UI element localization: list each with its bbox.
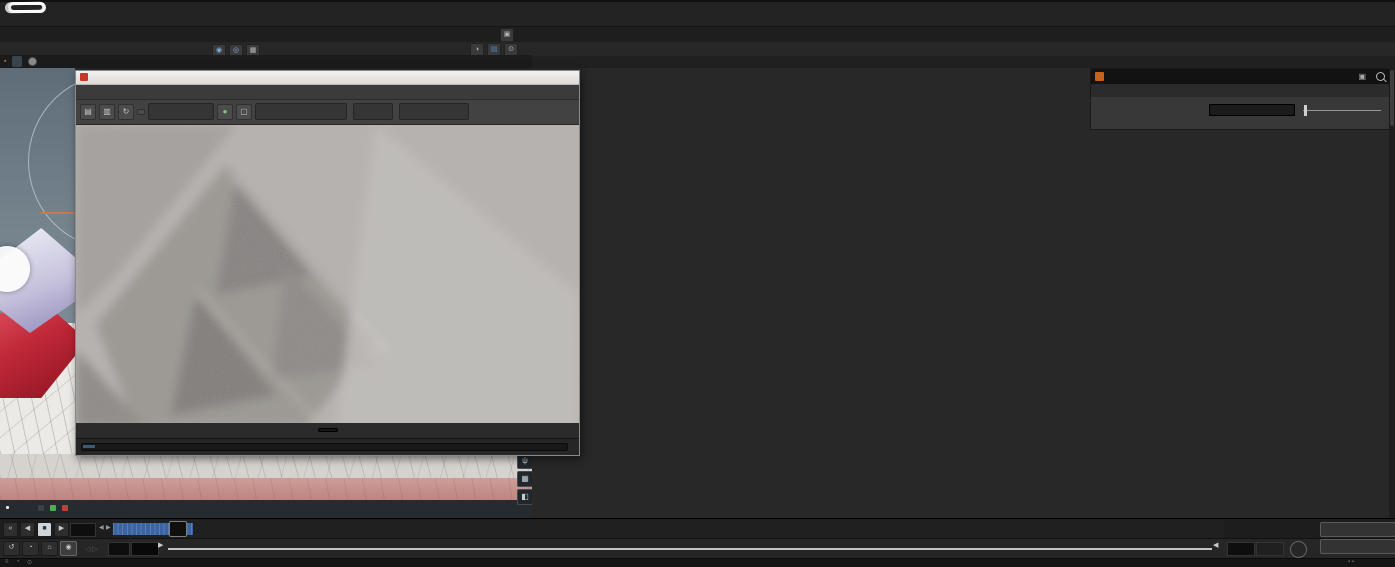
home-range-icon[interactable]: ⌂ — [41, 541, 58, 556]
frame-ruler[interactable] — [112, 520, 1224, 538]
snapshot-dot-icon[interactable]: ● — [217, 104, 233, 120]
open-file-icon[interactable]: ▤ — [80, 104, 96, 120]
rendered-image[interactable] — [76, 125, 579, 422]
realtime-icon[interactable]: ◉ — [60, 541, 77, 556]
render-art — [76, 125, 579, 422]
range-slider-track[interactable] — [168, 548, 1212, 550]
global-anim-options-icon[interactable] — [1290, 541, 1307, 558]
pane-type-icon: ▪ — [4, 58, 6, 65]
range-slider-right-arrow-icon[interactable]: ◀ — [1213, 541, 1218, 549]
playbar-row-main: « ◀ ■ ▶ » ◀ ▶ — [0, 518, 1395, 539]
ai-generated-watermark — [8, 2, 46, 13]
node-layer — [532, 68, 1389, 518]
redshift-render-view-window[interactable]: ▤ ▥ ↻ ● ▢ — [75, 70, 580, 456]
search-icon[interactable] — [1376, 72, 1385, 81]
rig-channels-button[interactable] — [1320, 539, 1395, 554]
frame-dec-icon[interactable]: ◀ — [99, 524, 104, 531]
param-dialog-tabs — [1091, 84, 1389, 97]
frame-icon[interactable]: ▣ — [1358, 72, 1366, 81]
texture-display-icon[interactable]: ▦ — [517, 471, 532, 487]
footer-dots-icon: ▪ ▪ — [1348, 559, 1354, 565]
clock-icon[interactable]: ◔ — [22, 541, 39, 556]
loop-icon[interactable]: ↺ — [3, 541, 20, 556]
param-dialog-header[interactable]: ▣ — [1091, 69, 1389, 84]
shelf-row — [0, 2, 1395, 26]
shade-display-icon[interactable]: ◧ — [517, 489, 532, 505]
redshift-app-icon — [80, 73, 88, 81]
playbar: « ◀ ■ ▶ » ◀ ▶ ↺ ◔ ⌂ ◉ ◁ ▷ — [0, 518, 1395, 567]
material-builder-icon — [1095, 72, 1104, 81]
gizmo-line — [40, 212, 75, 214]
current-frame-field[interactable] — [70, 523, 96, 537]
keys-info-button[interactable] — [1320, 522, 1395, 537]
aov-select[interactable] — [148, 103, 214, 120]
rv-statusbar — [76, 423, 579, 439]
pane-split-icons: ▣ — [500, 28, 517, 42]
target-icon[interactable]: ⊙ — [27, 559, 32, 566]
range-end-field[interactable] — [1227, 542, 1255, 556]
green-status-icon[interactable] — [50, 505, 56, 511]
param-dialog-body — [1091, 97, 1389, 129]
object-display-led-icon[interactable] — [28, 57, 37, 66]
playhead[interactable] — [169, 521, 187, 537]
houdini-app: ▣ ◉ ◎ ▦ ◑ ▤ ⊙ ▪ — [0, 0, 1395, 567]
playbar-row-range: ↺ ◔ ⌂ ◉ ◁ ▷ ▶ ◀ — [0, 538, 1395, 559]
range-end-display — [1256, 542, 1284, 556]
backdrop-strip — [0, 478, 532, 500]
slider-handle[interactable] — [1304, 105, 1307, 116]
red-status-icon[interactable] — [62, 505, 68, 511]
ipr-toggle-button[interactable] — [137, 109, 145, 115]
rv-titlebar[interactable] — [76, 71, 579, 85]
frame-inc-icon[interactable]: ▶ — [106, 524, 111, 531]
play-button[interactable]: ▶ — [54, 522, 69, 537]
rv-toolbar: ▤ ▥ ↻ ● ▢ — [76, 100, 579, 126]
step-back-button[interactable]: ◀ — [20, 522, 35, 537]
range-slider-left-arrow-icon[interactable]: ▶ — [158, 541, 163, 549]
network-editor[interactable] — [532, 68, 1389, 518]
playbar-row-footer: ≡ ◔ ⊙ ▪ ▪ — [0, 558, 1395, 567]
material-id-value[interactable] — [1209, 104, 1295, 116]
rv-progress-row — [76, 438, 579, 455]
range-start-field[interactable] — [108, 542, 130, 556]
light-circle-gizmo — [28, 73, 75, 250]
rv-menubar — [76, 85, 579, 100]
go-start-button[interactable]: « — [3, 522, 18, 537]
status-dot-icon — [6, 506, 9, 509]
left-pane-header: ▪ — [0, 55, 532, 68]
zoom-level-field[interactable] — [353, 103, 393, 120]
tab-row — [0, 26, 1395, 43]
floor-strip — [0, 454, 532, 478]
viewport-side-toolbar: ψ ▦ ◧ — [517, 453, 532, 505]
disabled-icon: ◁ — [85, 545, 90, 553]
save-image-icon[interactable]: ▥ — [99, 104, 115, 120]
network-scrollbar[interactable] — [1389, 68, 1395, 518]
toggle-icon[interactable] — [38, 505, 44, 511]
camera-select[interactable] — [255, 103, 347, 120]
stop-button[interactable]: ■ — [37, 522, 52, 537]
pane-title-material-network[interactable] — [12, 56, 22, 67]
menu-lines-icon[interactable]: ≡ — [5, 559, 9, 565]
playback-option-icons: ↺ ◔ ⌂ ◉ ◁ ▷ — [3, 541, 98, 556]
disabled-icon: ▷ — [92, 545, 97, 553]
clock-icon[interactable]: ◔ — [16, 559, 20, 565]
refresh-icon[interactable]: ↻ — [118, 104, 134, 120]
material-id-slider[interactable] — [1303, 110, 1381, 111]
pane-layout-icon[interactable]: ▣ — [500, 28, 514, 42]
progress-bar — [81, 443, 568, 451]
size-mode-select[interactable] — [399, 103, 469, 120]
path-row — [0, 42, 1395, 56]
crop-region-icon[interactable]: ▢ — [236, 104, 252, 120]
substep-field[interactable] — [131, 542, 159, 556]
param-dialog[interactable]: ▣ — [1090, 68, 1390, 130]
frame-status-text — [318, 428, 338, 432]
viewport-bottom-bar — [0, 500, 532, 518]
